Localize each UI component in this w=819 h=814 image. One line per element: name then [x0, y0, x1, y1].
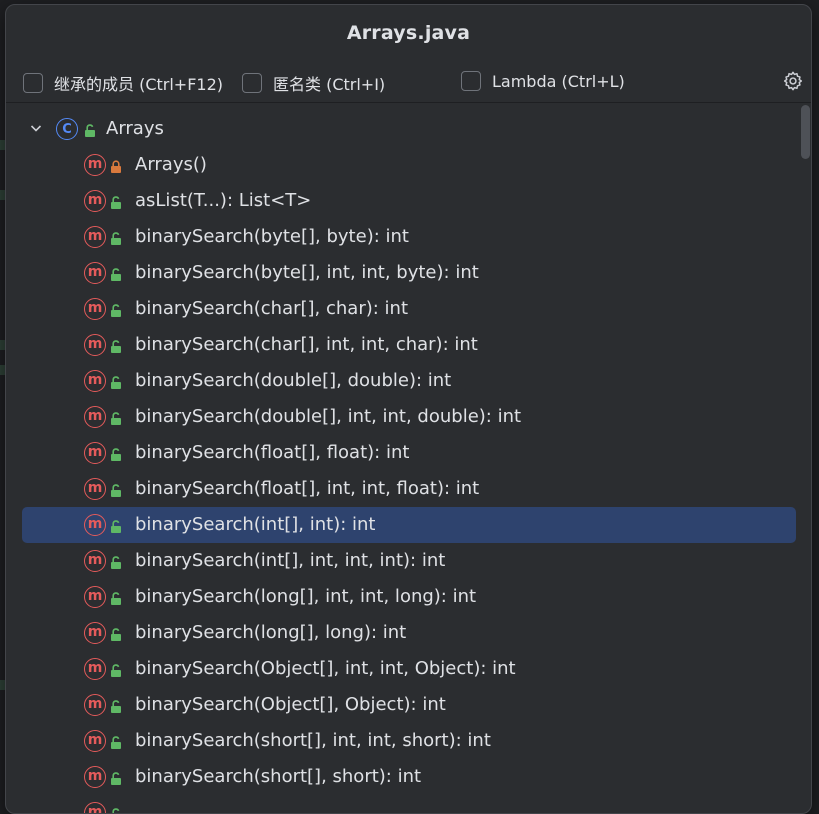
filter-lambda[interactable]: Lambda (Ctrl+L) — [461, 71, 625, 91]
tree-row[interactable]: m binarySearch(short[], short): int — [22, 759, 796, 795]
tree-row[interactable]: m binarySearch(char[], int, int, char): … — [22, 327, 796, 363]
tree-item-label: binarySearch(float[], float): int — [135, 442, 410, 463]
lambda-label: Lambda (Ctrl+L) — [492, 71, 625, 91]
method-icon: m — [84, 262, 106, 284]
unlocked-icon — [110, 806, 122, 813]
tree-row[interactable]: m — [22, 795, 796, 813]
locked-icon — [110, 158, 122, 173]
tree-row[interactable]: m binarySearch(double[], double): int — [22, 363, 796, 399]
method-icon: m — [84, 190, 106, 212]
tree-row[interactable]: m binarySearch(double[], int, int, doubl… — [22, 399, 796, 435]
unlocked-icon — [110, 662, 122, 677]
tree-item-label: binarySearch(Object[], int, int, Object)… — [135, 658, 516, 679]
tree-item-label: binarySearch(double[], double): int — [135, 370, 452, 391]
method-icon: m — [84, 586, 106, 608]
tree-row[interactable]: m binarySearch(char[], char): int — [22, 291, 796, 327]
tree-row[interactable]: m asList(T...): List<T> — [22, 183, 796, 219]
scrollbar-thumb[interactable] — [801, 105, 810, 159]
tree-item-label: binarySearch(char[], char): int — [135, 298, 409, 319]
method-icon: m — [84, 442, 106, 464]
gear-icon[interactable] — [781, 69, 805, 93]
unlocked-icon — [110, 770, 122, 785]
file-structure-popup: Arrays.java 继承的成员 (Ctrl+F12) 匿名类 (Ctrl+I… — [5, 4, 812, 814]
unlocked-icon — [110, 698, 122, 713]
unlocked-icon — [110, 590, 122, 605]
method-icon: m — [84, 226, 106, 248]
tree-item-label: binarySearch(long[], int, int, long): in… — [135, 586, 477, 607]
anonymous-classes-checkbox[interactable] — [242, 73, 262, 93]
unlocked-icon — [110, 338, 122, 353]
tree-item-label: binarySearch(short[], short): int — [135, 766, 422, 787]
tree-row[interactable]: m binarySearch(Object[], Object): int — [22, 687, 796, 723]
structure-tree: C Arrays m Arrays() m asList(T...): List… — [6, 103, 811, 813]
anonymous-classes-label: 匿名类 (Ctrl+I) — [273, 75, 386, 94]
method-icon: m — [84, 766, 106, 788]
tree-item-label: binarySearch(byte[], byte): int — [135, 226, 409, 247]
method-icon: m — [84, 154, 106, 176]
unlocked-icon — [110, 626, 122, 641]
unlocked-icon — [110, 194, 122, 209]
unlocked-icon — [110, 266, 122, 281]
inherited-members-label: 继承的成员 (Ctrl+F12) — [54, 75, 224, 94]
filter-anonymous-classes[interactable]: 匿名类 (Ctrl+I) — [242, 71, 385, 95]
tree-item-label: binarySearch(char[], int, int, char): in… — [135, 334, 478, 355]
tree-item-label: binarySearch(byte[], int, int, byte): in… — [135, 262, 479, 283]
tree-row[interactable]: m binarySearch(long[], int, int, long): … — [22, 579, 796, 615]
method-icon: m — [84, 550, 106, 572]
chevron-down-icon[interactable] — [28, 120, 44, 136]
class-icon: C — [56, 118, 78, 140]
vertical-scrollbar[interactable] — [799, 103, 811, 813]
method-icon: m — [84, 694, 106, 716]
tree-item-label: binarySearch(short[], int, int, short): … — [135, 730, 491, 751]
unlocked-icon — [110, 554, 122, 569]
tree-item-label: binarySearch(float[], int, int, float): … — [135, 478, 480, 499]
tree-row[interactable]: m binarySearch(long[], long): int — [22, 615, 796, 651]
tree-row[interactable]: m binarySearch(Object[], int, int, Objec… — [22, 651, 796, 687]
tree-row[interactable]: m binarySearch(byte[], byte): int — [22, 219, 796, 255]
tree-row[interactable]: m binarySearch(short[], int, int, short)… — [22, 723, 796, 759]
method-icon: m — [84, 514, 106, 536]
unlocked-icon — [110, 446, 122, 461]
unlocked-icon — [110, 230, 122, 245]
method-icon: m — [84, 478, 106, 500]
unlocked-icon — [110, 410, 122, 425]
tree-item-label: asList(T...): List<T> — [135, 190, 312, 211]
unlocked-icon — [110, 518, 122, 533]
method-icon: m — [84, 730, 106, 752]
tree-item-label: binarySearch(Object[], Object): int — [135, 694, 446, 715]
tree-row[interactable]: m binarySearch(int[], int, int, int): in… — [22, 543, 796, 579]
unlocked-icon — [110, 734, 122, 749]
popup-title: Arrays.java — [346, 22, 471, 44]
unlocked-icon — [84, 122, 96, 137]
tree-row[interactable]: m binarySearch(float[], int, int, float)… — [22, 471, 796, 507]
tree-item-label: Arrays() — [135, 154, 207, 175]
filter-bar: 继承的成员 (Ctrl+F12) 匿名类 (Ctrl+I) Lambda (Ct… — [6, 61, 811, 103]
tree-item-label: Arrays — [106, 118, 164, 139]
tree-item-label: binarySearch(long[], long): int — [135, 622, 407, 643]
method-icon: m — [84, 370, 106, 392]
unlocked-icon — [110, 482, 122, 497]
method-icon: m — [84, 334, 106, 356]
inherited-members-checkbox[interactable] — [23, 73, 43, 93]
method-icon: m — [84, 658, 106, 680]
method-icon: m — [84, 622, 106, 644]
filter-inherited-members[interactable]: 继承的成员 (Ctrl+F12) — [23, 71, 223, 95]
method-icon: m — [84, 406, 106, 428]
tree-row[interactable]: m Arrays() — [22, 147, 796, 183]
tree-row[interactable]: m binarySearch(float[], float): int — [22, 435, 796, 471]
tree-item-label: binarySearch(double[], int, int, double)… — [135, 406, 522, 427]
unlocked-icon — [110, 374, 122, 389]
tree-item-label: binarySearch(int[], int): int — [135, 514, 376, 535]
unlocked-icon — [110, 302, 122, 317]
method-icon: m — [84, 298, 106, 320]
tree-item-label: binarySearch(int[], int, int, int): int — [135, 550, 446, 571]
lambda-checkbox[interactable] — [461, 71, 481, 91]
tree-root-class[interactable]: C Arrays — [22, 111, 796, 147]
tree-row-selected[interactable]: m binarySearch(int[], int): int — [22, 507, 796, 543]
tree-row[interactable]: m binarySearch(byte[], int, int, byte): … — [22, 255, 796, 291]
